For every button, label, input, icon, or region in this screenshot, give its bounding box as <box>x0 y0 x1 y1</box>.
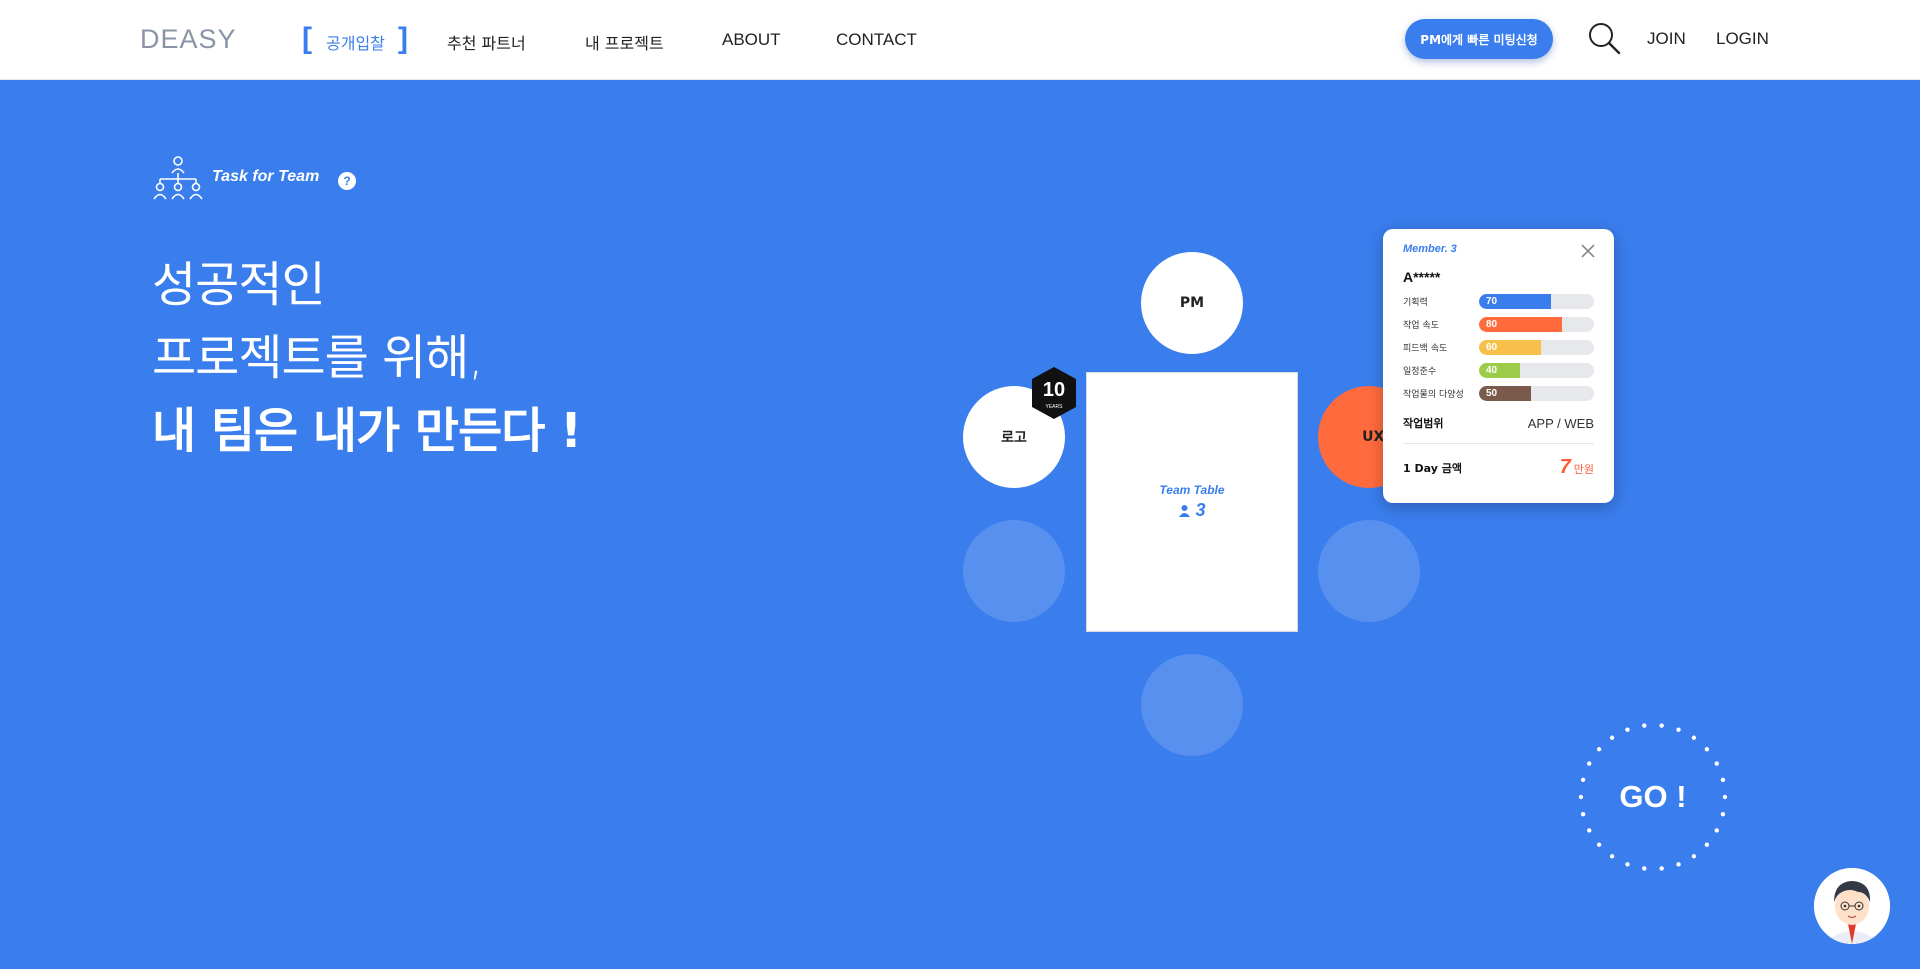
stat-row: 기획력 70 <box>1403 293 1594 309</box>
team-member-count: 3 <box>1178 500 1206 521</box>
years-badge-number: 10 <box>1043 379 1065 401</box>
go-ring-dot <box>1659 723 1664 728</box>
member-index-label: Member. 3 <box>1403 243 1457 255</box>
go-ring-dot <box>1625 727 1630 732</box>
seat-empty-right[interactable] <box>1318 520 1420 622</box>
nav-bracket-right: ] <box>398 22 408 55</box>
go-ring-dot <box>1587 761 1592 766</box>
character-avatar-icon <box>1814 868 1890 944</box>
nav-contact[interactable]: CONTACT <box>836 30 917 50</box>
stat-bar-fill: 70 <box>1479 293 1552 309</box>
stat-row: 일정준수 40 <box>1403 362 1594 378</box>
member-name: A***** <box>1403 269 1441 285</box>
go-ring-dot <box>1704 747 1710 752</box>
nav-public-bid[interactable]: 공개입찰 <box>326 30 385 54</box>
hero-line-2: 프로젝트를 위해, <box>152 330 484 386</box>
stat-bar: 70 <box>1479 293 1594 309</box>
years-badge-text: YEARS <box>1046 404 1064 410</box>
stat-bar-fill: 80 <box>1479 316 1562 332</box>
stat-bar-fill: 60 <box>1479 339 1542 355</box>
stat-bar: 50 <box>1479 385 1594 401</box>
seat-empty-left[interactable] <box>963 520 1065 622</box>
task-for-team-title: Task for Team <box>212 168 320 185</box>
go-ring-dot <box>1720 812 1726 817</box>
day-price-row: 1 Day 금액 7 만원 <box>1403 456 1594 479</box>
stat-label: 피드백 속도 <box>1403 343 1448 354</box>
stat-bar: 60 <box>1479 339 1594 355</box>
stat-label: 일정준수 <box>1403 366 1437 377</box>
close-icon[interactable] <box>1580 243 1596 259</box>
go-ring-dot <box>1609 735 1615 740</box>
day-price-unit: 만원 <box>1573 463 1594 476</box>
go-ring-dot <box>1714 761 1719 766</box>
stat-row: 피드백 속도 60 <box>1403 339 1594 355</box>
go-ring-dot <box>1642 866 1647 871</box>
seat-pm-label: PM <box>1179 295 1205 311</box>
chat-avatar[interactable] <box>1814 868 1890 944</box>
go-ring-dot <box>1596 842 1602 847</box>
join-link[interactable]: JOIN <box>1647 29 1686 49</box>
go-ring-dot <box>1625 862 1630 867</box>
person-icon <box>1179 505 1191 517</box>
team-table-title: Team Table <box>1159 483 1225 497</box>
seat-empty-bottom[interactable] <box>1141 654 1243 756</box>
stat-row: 작업 속도 80 <box>1403 316 1594 332</box>
go-ring-dot <box>1596 747 1602 752</box>
go-ring-dot <box>1659 866 1664 871</box>
stat-bar-fill: 50 <box>1479 385 1531 401</box>
stat-label: 기획력 <box>1403 297 1428 308</box>
nav-my-project[interactable]: 내 프로젝트 <box>585 30 664 54</box>
go-button[interactable] <box>1578 722 1728 872</box>
seat-pm[interactable]: PM <box>1141 252 1243 354</box>
go-ring-dot <box>1722 794 1728 800</box>
stat-label: 작업 속도 <box>1403 320 1439 331</box>
day-price-number: 7 <box>1559 456 1571 478</box>
go-ring-dot <box>1676 862 1681 867</box>
day-price-value: 7 만원 <box>1560 456 1594 479</box>
work-scope-row: 작업범위 APP / WEB <box>1403 415 1594 444</box>
top-header: DEASY [ 공개입찰 ] 추천 파트너 내 프로젝트 ABOUT CONTA… <box>0 0 1920 80</box>
stat-bar-fill: 40 <box>1479 362 1521 378</box>
hero-line-1: 성공적인 <box>152 257 326 313</box>
go-ring-dot <box>1704 842 1710 847</box>
search-icon[interactable] <box>1586 20 1622 56</box>
nav-recommended-partner[interactable]: 추천 파트너 <box>447 30 526 54</box>
login-link[interactable]: LOGIN <box>1716 29 1769 49</box>
member-detail-card: Member. 3 A***** 기획력 70 작업 속도 80 피드백 속도 60 일정준… <box>1383 229 1614 503</box>
go-ring-dot <box>1714 828 1719 833</box>
go-ring-dot <box>1578 794 1584 800</box>
help-icon[interactable]: ? <box>338 172 356 190</box>
go-ring-dot <box>1580 812 1586 817</box>
go-ring-dot <box>1587 828 1592 833</box>
team-member-count-value: 3 <box>1195 500 1206 520</box>
day-price-label: 1 Day 금액 <box>1403 461 1462 475</box>
nav-bracket-left: [ <box>302 22 312 55</box>
go-ring-dot <box>1642 723 1647 728</box>
go-ring-dot <box>1691 854 1697 859</box>
pm-meeting-request-button[interactable]: PM에게 빠른 미팅신청 <box>1405 19 1553 59</box>
seat-logo-label: 로고 <box>1001 430 1027 446</box>
go-ring-dot <box>1609 854 1615 859</box>
years-badge-icon: 10 YEARS <box>1032 367 1076 419</box>
stat-label: 작업물의 다양성 <box>1403 389 1464 400</box>
go-ring-dot <box>1691 735 1697 740</box>
stat-bar: 80 <box>1479 316 1594 332</box>
stat-row: 작업물의 다양성 50 <box>1403 385 1594 401</box>
go-ring-dot <box>1676 727 1681 732</box>
work-scope-label: 작업범위 <box>1403 417 1444 430</box>
stat-bar: 40 <box>1479 362 1594 378</box>
team-hierarchy-icon <box>153 156 203 200</box>
go-ring-dot <box>1720 777 1726 782</box>
work-scope-value: APP / WEB <box>1527 415 1594 431</box>
hero-line-3: 내 팀은 내가 만든다 ! <box>152 403 582 459</box>
team-table[interactable]: Team Table 3 <box>1086 372 1298 632</box>
nav-about[interactable]: ABOUT <box>722 30 781 50</box>
member-stats: 기획력 70 작업 속도 80 피드백 속도 60 일정준수 40 작업물의 다양성 50 <box>1403 293 1594 401</box>
logo[interactable]: DEASY <box>140 24 237 55</box>
go-ring-dot <box>1580 777 1586 782</box>
